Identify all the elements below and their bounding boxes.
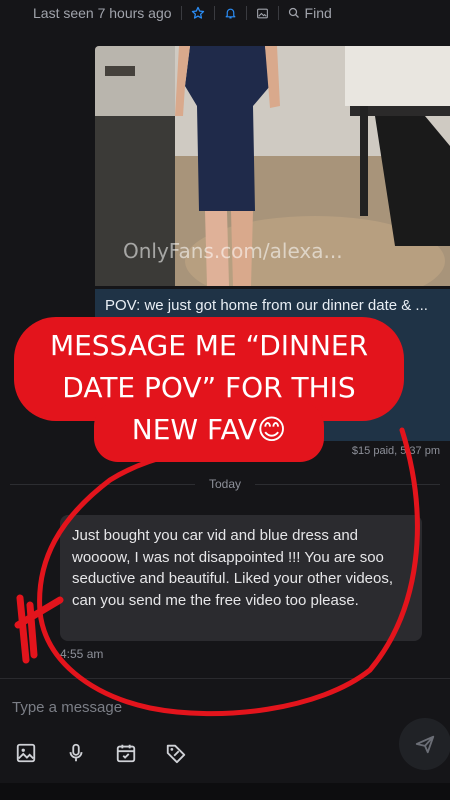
microphone-icon[interactable] (63, 740, 89, 766)
price-tag-icon[interactable] (163, 740, 189, 766)
message-input[interactable] (12, 696, 372, 718)
promo-line-1: MESSAGE ME “DINNER (49, 329, 369, 362)
message-text: Just bought you car vid and blue dress a… (72, 527, 394, 609)
day-divider-label: Today (208, 477, 242, 491)
calendar-check-icon[interactable] (113, 740, 139, 766)
message-bubble[interactable]: Just bought you car vid and blue dress a… (60, 515, 422, 641)
chat-header: Last seen 7 hours ago Find (0, 0, 450, 26)
promo-banner: MESSAGE ME “DINNER DATE POV” FOR THIS NE… (14, 317, 404, 465)
composer-toolbar (0, 738, 450, 770)
find-button[interactable]: Find (288, 5, 332, 21)
star-icon[interactable] (191, 6, 205, 20)
watermark-text: OnlyFans.com/alexa... (123, 239, 343, 263)
divider-line (10, 483, 195, 485)
media-photo[interactable]: OnlyFans.com/alexa... (95, 46, 450, 286)
promo-line-2: DATE POV” FOR THIS (62, 371, 356, 404)
day-divider: Today (10, 476, 440, 492)
composer-divider (0, 678, 450, 679)
bell-icon[interactable] (224, 6, 237, 20)
divider-line (255, 483, 440, 485)
image-icon[interactable] (256, 7, 269, 20)
header-divider (277, 6, 279, 20)
send-button[interactable] (399, 718, 450, 770)
last-seen-status: Last seen 7 hours ago (33, 5, 172, 21)
search-icon (288, 7, 299, 18)
send-icon (415, 735, 435, 754)
header-divider (213, 6, 215, 20)
system-nav-bar (0, 783, 450, 800)
image-icon[interactable] (13, 740, 39, 766)
header-divider (180, 6, 182, 20)
message-time: 4:55 am (60, 647, 104, 661)
promo-line-3: NEW FAV😊 (131, 413, 287, 446)
header-divider (245, 6, 247, 20)
find-label: Find (304, 5, 332, 21)
